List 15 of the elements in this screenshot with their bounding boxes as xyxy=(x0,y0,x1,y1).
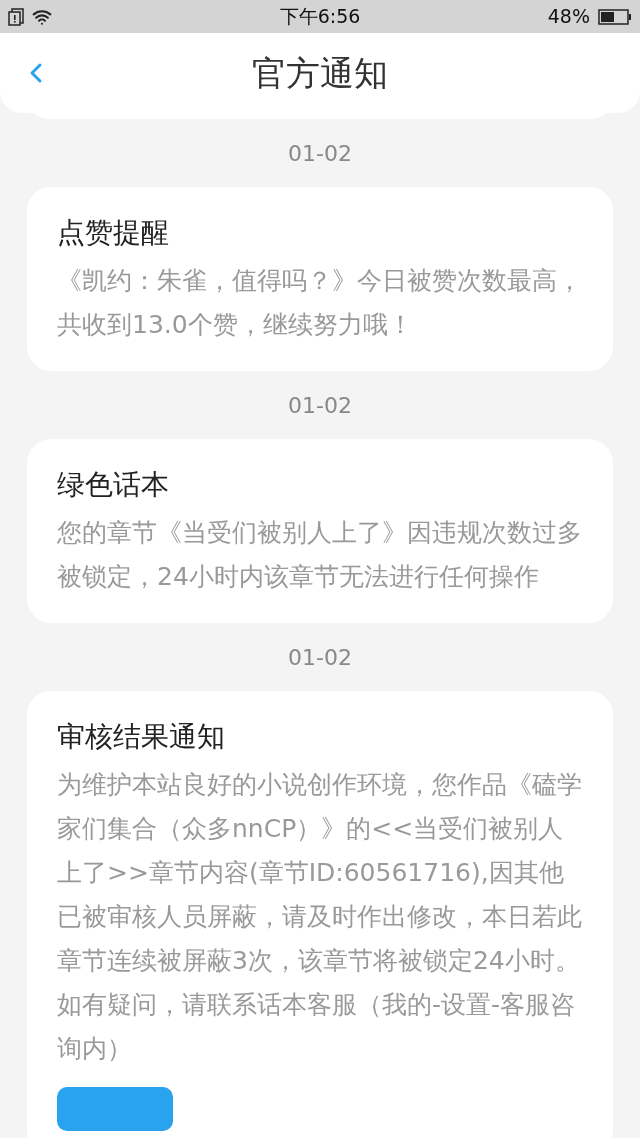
battery-icon xyxy=(598,8,632,25)
notification-title: 绿色话本 xyxy=(57,467,170,503)
status-time: 下午6:56 xyxy=(279,4,361,30)
notification-body: 《凯约：朱雀，值得吗？》今日被赞次数最高，共收到13.0个赞，继续努力哦！ xyxy=(57,265,583,341)
notification-body: 您的章节《当受们被别人上了》因违规次数过多被锁定，24小时内该章节无法进行任何操作 xyxy=(57,517,583,593)
notification-title: 审核结果通知 xyxy=(57,719,226,755)
date-label: 01-02 xyxy=(288,644,352,672)
date-label: 01-02 xyxy=(288,140,352,168)
page-title: 官方通知 xyxy=(252,51,388,95)
battery-percent: 48% xyxy=(547,4,590,30)
action-button[interactable] xyxy=(57,1087,173,1131)
notification-title: 点赞提醒 xyxy=(57,215,170,251)
sim-card-icon xyxy=(8,7,24,26)
date-label: 01-02 xyxy=(288,392,352,420)
notification-body: 为维护本站良好的小说创作环境，您作品《磕学家们集合（众多nnCP）》的<<当受们被别人上了>>章节内容(章节ID:60561716),因其他已被审核人员屏蔽，请及时作出修改，本日若此章节连续被屏蔽3次，该章节将被锁定24小时。如有疑问，请联系话本客服（我的-设置-客服咨询内） xyxy=(57,769,583,1065)
